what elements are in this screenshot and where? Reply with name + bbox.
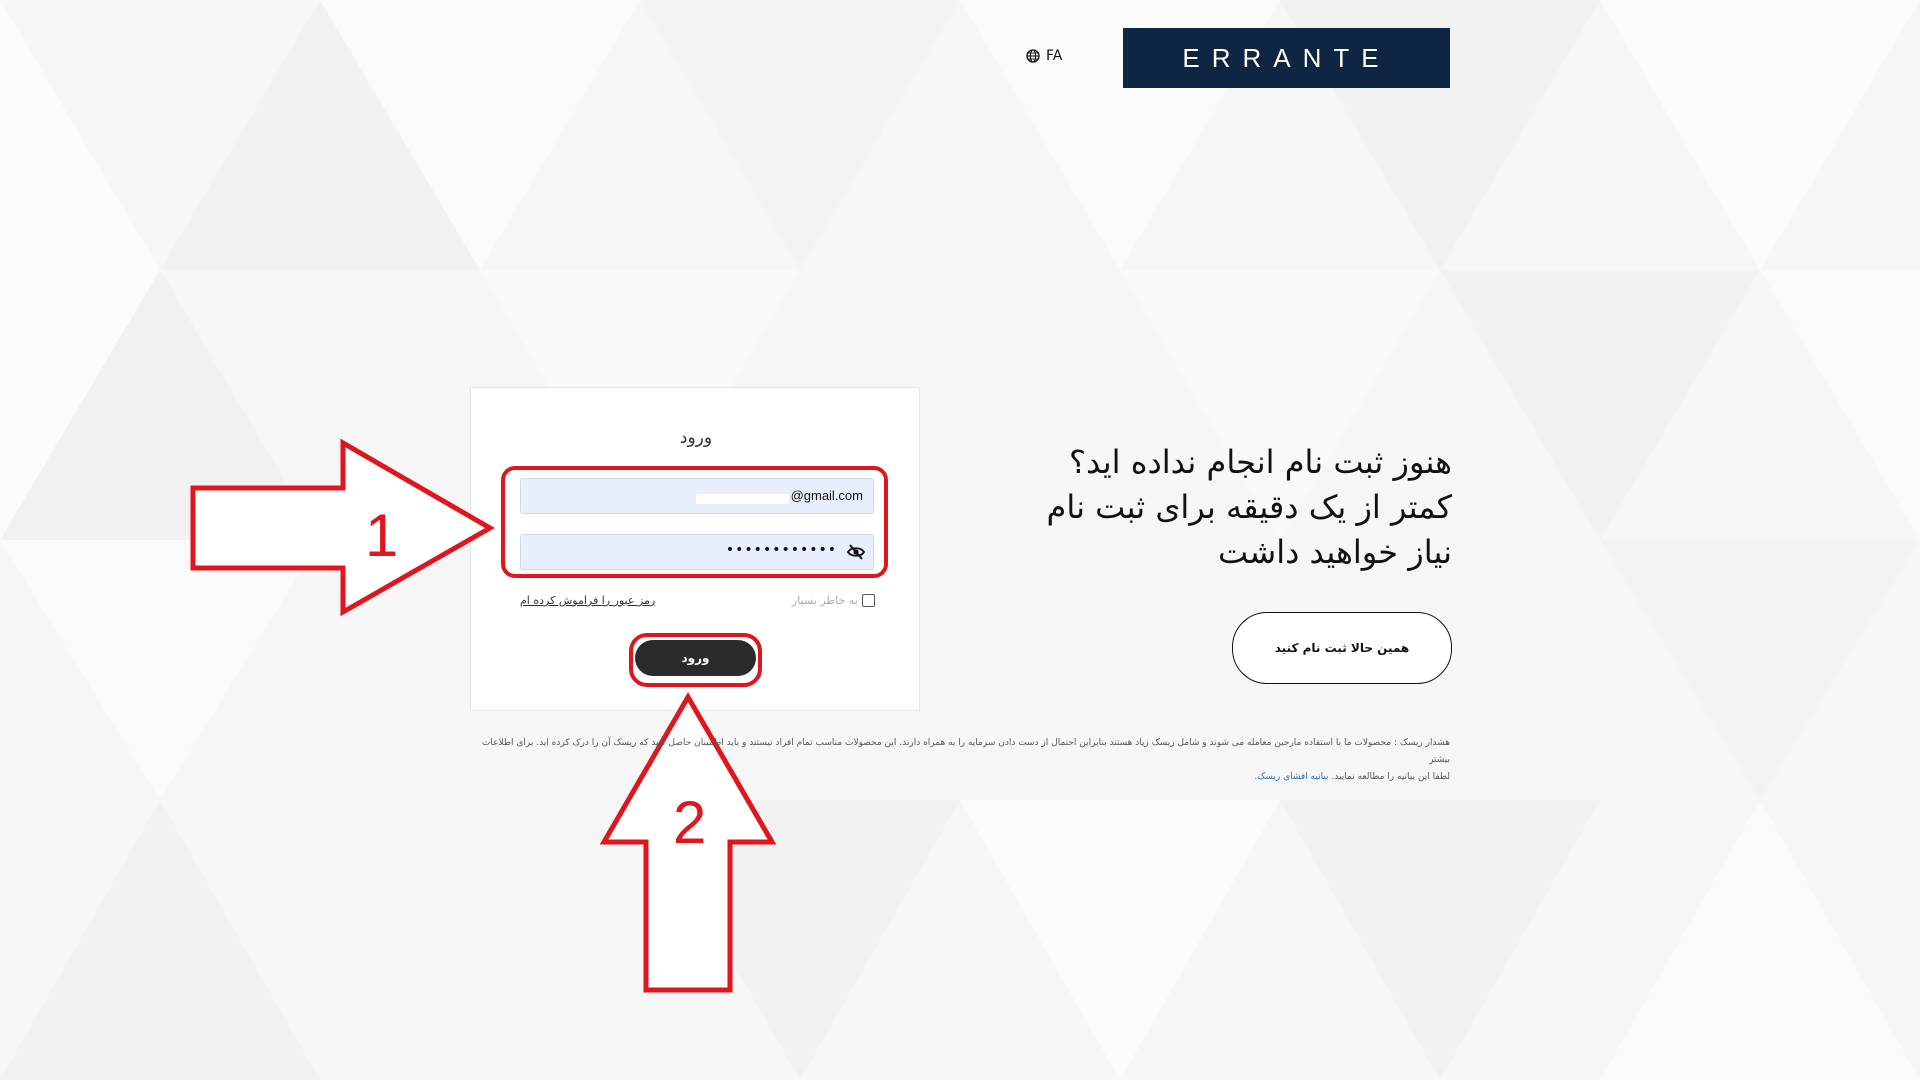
login-title: ورود — [679, 428, 713, 448]
background-pattern — [0, 0, 1920, 1080]
logo-text: ERRANTE — [1182, 42, 1391, 73]
risk-text-2: لطفا این بیانیه را مطالعه نمایید. — [1331, 772, 1450, 782]
remember-me[interactable]: به خاطر بسپار — [792, 594, 875, 607]
language-label: FA — [1046, 48, 1063, 64]
forgot-password-link[interactable]: رمز عبور را فراموش کرده ام — [520, 594, 655, 607]
errante-logo[interactable]: ERRANTE — [1123, 28, 1450, 88]
fields-highlight — [501, 466, 888, 578]
signup-button[interactable]: همین حالا ثبت نام کنید — [1232, 612, 1452, 684]
globe-icon — [1026, 49, 1040, 63]
promo-line-3: نیاز خواهید داشت — [1217, 533, 1452, 571]
button-highlight — [629, 633, 762, 687]
step-2-label: 2 — [673, 789, 707, 856]
step-1-label: 1 — [365, 502, 399, 569]
promo-line-1: هنوز ثبت نام انجام نداده اید؟ — [1068, 443, 1452, 481]
signup-promo: هنوز ثبت نام انجام نداده اید؟ کمتر از یک… — [1040, 440, 1452, 575]
promo-line-2: کمتر از یک دقیقه برای ثبت نام — [1046, 488, 1452, 526]
risk-text: هشدار ریسک : محصولات ما با استفاده مارجی… — [481, 738, 1450, 765]
language-selector[interactable]: FA — [1026, 48, 1062, 64]
risk-line-2: لطفا این بیانیه را مطالعه نمایید. بیانیه… — [470, 769, 1450, 786]
remember-label: به خاطر بسپار — [792, 594, 858, 607]
risk-disclosure-link[interactable]: بیانیه افشای ریسک. — [1254, 772, 1328, 782]
remember-checkbox[interactable] — [861, 594, 875, 607]
risk-warning: هشدار ریسک : محصولات ما با استفاده مارجی… — [470, 735, 1450, 786]
